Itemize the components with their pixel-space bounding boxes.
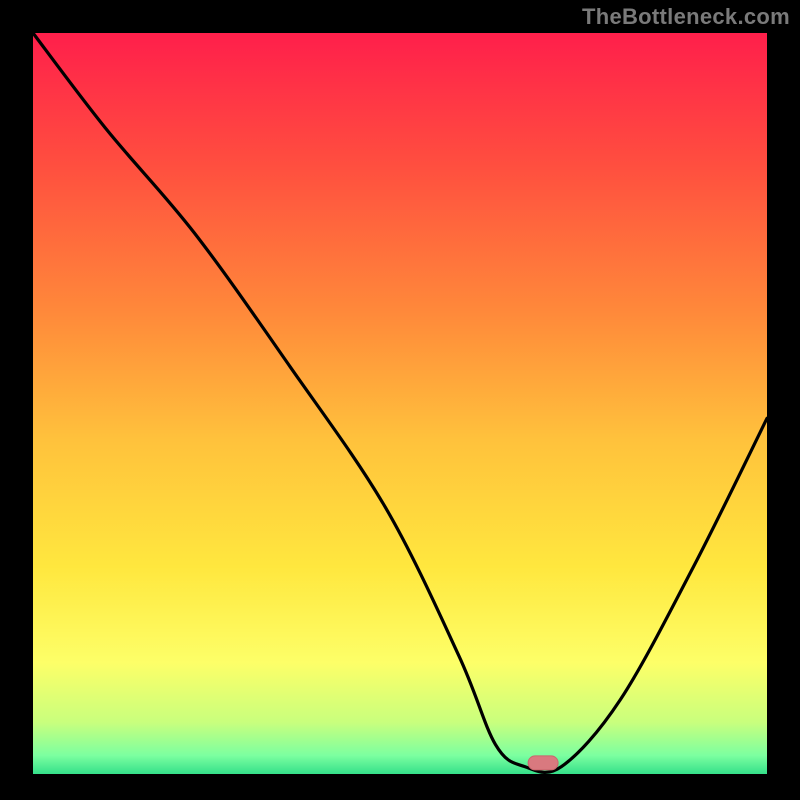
optimal-marker [528,756,558,770]
plot-background [33,33,767,774]
chart-stage: TheBottleneck.com [0,0,800,800]
bottleneck-chart [0,0,800,800]
watermark-text: TheBottleneck.com [582,4,790,30]
